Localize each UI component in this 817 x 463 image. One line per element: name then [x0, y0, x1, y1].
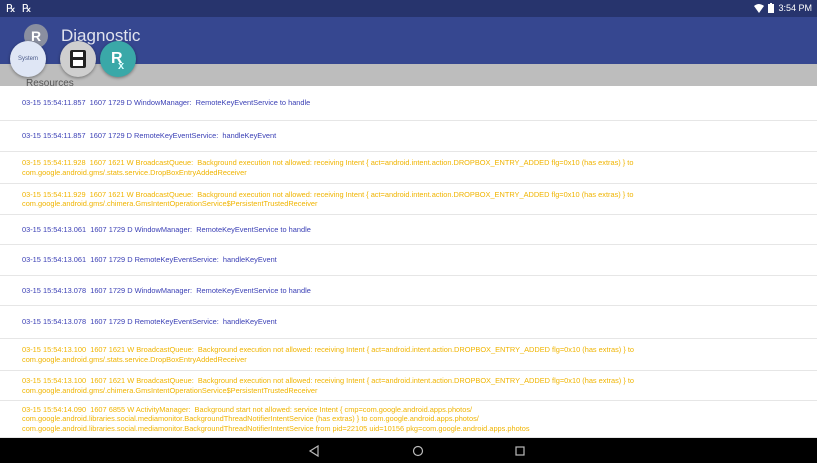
log-row[interactable]: 03-15 15:54:11.929 1607 1621 W Broadcast…	[0, 184, 817, 215]
navigation-bar	[0, 438, 817, 463]
status-bar: ℞ ℞ 3:54 PM	[0, 0, 817, 17]
log-text: 03-15 15:54:11.928 1607 1621 W Broadcast…	[22, 158, 634, 177]
app-notification-icon: ℞	[6, 3, 16, 15]
log-text: 03-15 15:54:13.061 1607 1729 D WindowMan…	[22, 224, 311, 234]
log-row[interactable]: 03-15 15:54:13.061 1607 1729 D RemoteKey…	[0, 245, 817, 276]
log-row[interactable]: 03-15 15:54:11.857 1607 1729 D WindowMan…	[0, 86, 817, 121]
status-icons: 3:54 PM	[754, 3, 812, 13]
log-list[interactable]: 03-15 15:54:11.857 1607 1729 D WindowMan…	[0, 86, 817, 438]
log-text: 03-15 15:54:11.929 1607 1621 W Broadcast…	[22, 189, 634, 209]
log-row[interactable]: 03-15 15:54:11.857 1607 1729 D RemoteKey…	[0, 121, 817, 152]
floppy-disk-icon	[70, 50, 86, 68]
system-button-label: System	[17, 56, 38, 62]
home-icon[interactable]	[411, 444, 425, 458]
save-button[interactable]	[60, 41, 96, 77]
log-row[interactable]: 03-15 15:54:13.061 1607 1729 D WindowMan…	[0, 215, 817, 245]
wifi-icon	[754, 3, 765, 13]
log-text: 03-15 15:54:14.090 1607 6855 W ActivityM…	[22, 404, 530, 433]
log-row[interactable]: 03-15 15:54:14.090 1607 6855 W ActivityM…	[0, 401, 817, 438]
log-row[interactable]: 03-15 15:54:13.100 1607 1621 W Broadcast…	[0, 339, 817, 371]
recents-icon[interactable]	[513, 444, 527, 458]
log-text: 03-15 15:54:13.078 1607 1729 D WindowMan…	[22, 285, 311, 295]
svg-text:x: x	[118, 60, 125, 72]
log-text: 03-15 15:54:13.078 1607 1729 D RemoteKey…	[22, 317, 277, 327]
system-button[interactable]: System	[10, 41, 46, 77]
clock: 3:54 PM	[778, 3, 812, 13]
rx-notification-icon: ℞	[21, 3, 32, 15]
notification-icons: ℞ ℞	[6, 2, 32, 15]
rx-button[interactable]: R x	[100, 41, 136, 77]
log-text: 03-15 15:54:11.857 1607 1729 D RemoteKey…	[22, 131, 277, 141]
log-text: 03-15 15:54:11.857 1607 1729 D WindowMan…	[22, 98, 311, 108]
battery-icon	[768, 3, 775, 13]
log-text: 03-15 15:54:13.100 1607 1621 W Broadcast…	[22, 376, 635, 395]
back-icon[interactable]	[307, 444, 321, 458]
log-text: 03-15 15:54:13.061 1607 1729 D RemoteKey…	[22, 255, 277, 265]
log-row[interactable]: 03-15 15:54:13.078 1607 1729 D WindowMan…	[0, 276, 817, 306]
rx-logo-icon: R x	[111, 50, 125, 72]
log-row[interactable]: 03-15 15:54:11.928 1607 1621 W Broadcast…	[0, 152, 817, 184]
log-text: 03-15 15:54:13.100 1607 1621 W Broadcast…	[22, 345, 635, 364]
log-row[interactable]: 03-15 15:54:13.078 1607 1729 D RemoteKey…	[0, 306, 817, 339]
log-row[interactable]: 03-15 15:54:13.100 1607 1621 W Broadcast…	[0, 371, 817, 401]
